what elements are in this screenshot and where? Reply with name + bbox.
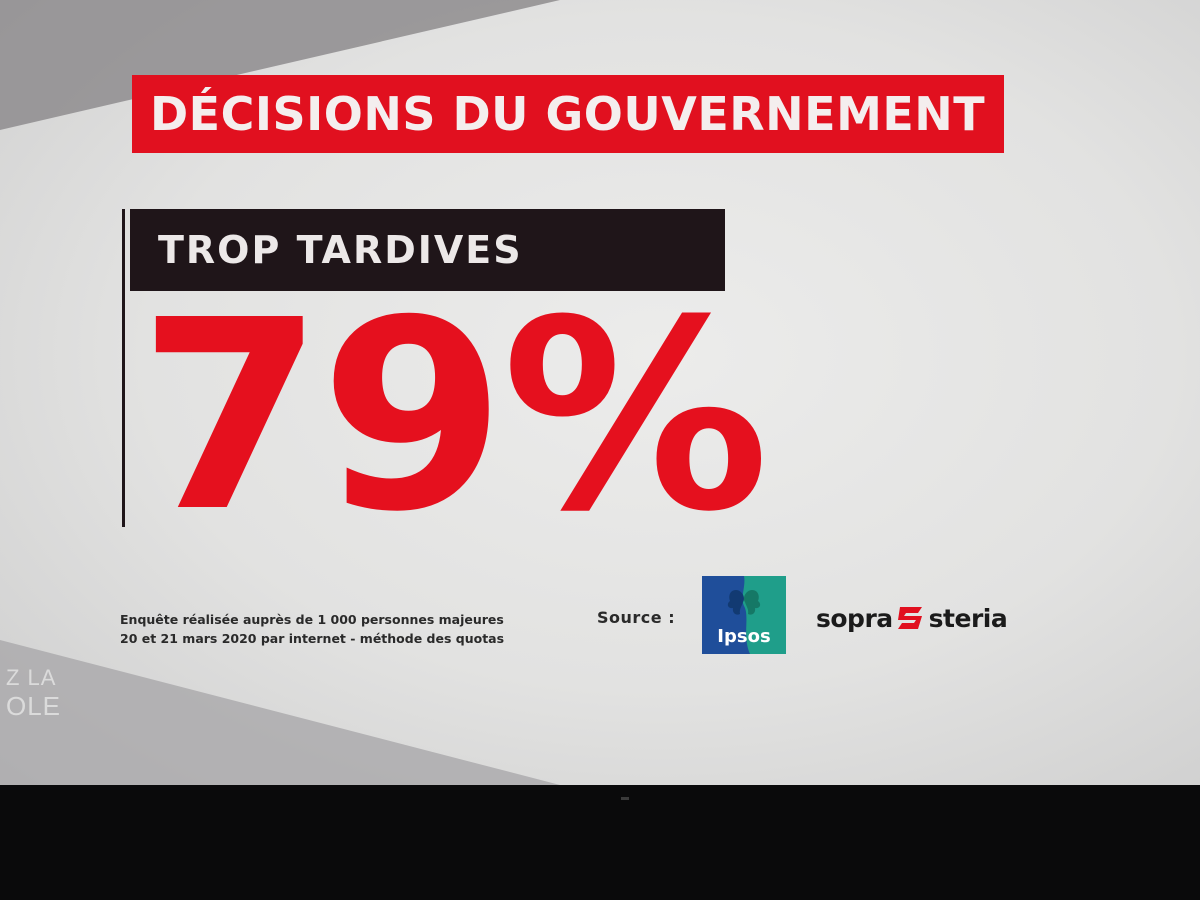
result-percentage: 79%	[138, 264, 770, 569]
tv-bezel	[0, 785, 1200, 900]
channel-logo-line2: OLE	[6, 691, 62, 721]
tv-screen: Z LA OLE DÉCISIONS DU GOUVERNEMENT TROP …	[0, 0, 1200, 785]
sopra-logo-text-left: sopra	[816, 603, 893, 633]
footnote-line-2: 20 et 21 mars 2020 par internet - méthod…	[120, 631, 505, 646]
footnote-line-1: Enquête réalisée auprès de 1 000 personn…	[120, 612, 504, 627]
source-label: Source :	[597, 608, 676, 627]
sopra-logo-text-right: steria	[928, 603, 1008, 633]
ipsos-logo: Ipsos	[702, 576, 786, 654]
ipsos-logo-text: Ipsos	[717, 626, 770, 647]
channel-logo: Z LA OLE	[6, 664, 66, 720]
sopra-steria-mark-icon	[897, 607, 922, 629]
survey-footnote: Enquête réalisée auprès de 1 000 personn…	[120, 610, 504, 648]
title-banner: DÉCISIONS DU GOUVERNEMENT	[132, 75, 1004, 153]
sopra-steria-logo: sopra steria	[816, 601, 1008, 635]
page-title: DÉCISIONS DU GOUVERNEMENT	[150, 87, 986, 141]
background-corner-bottom	[0, 640, 560, 785]
tv-led-indicator	[621, 797, 629, 800]
accent-vertical-line	[122, 209, 125, 527]
channel-logo-line1: Z LA	[6, 665, 57, 690]
